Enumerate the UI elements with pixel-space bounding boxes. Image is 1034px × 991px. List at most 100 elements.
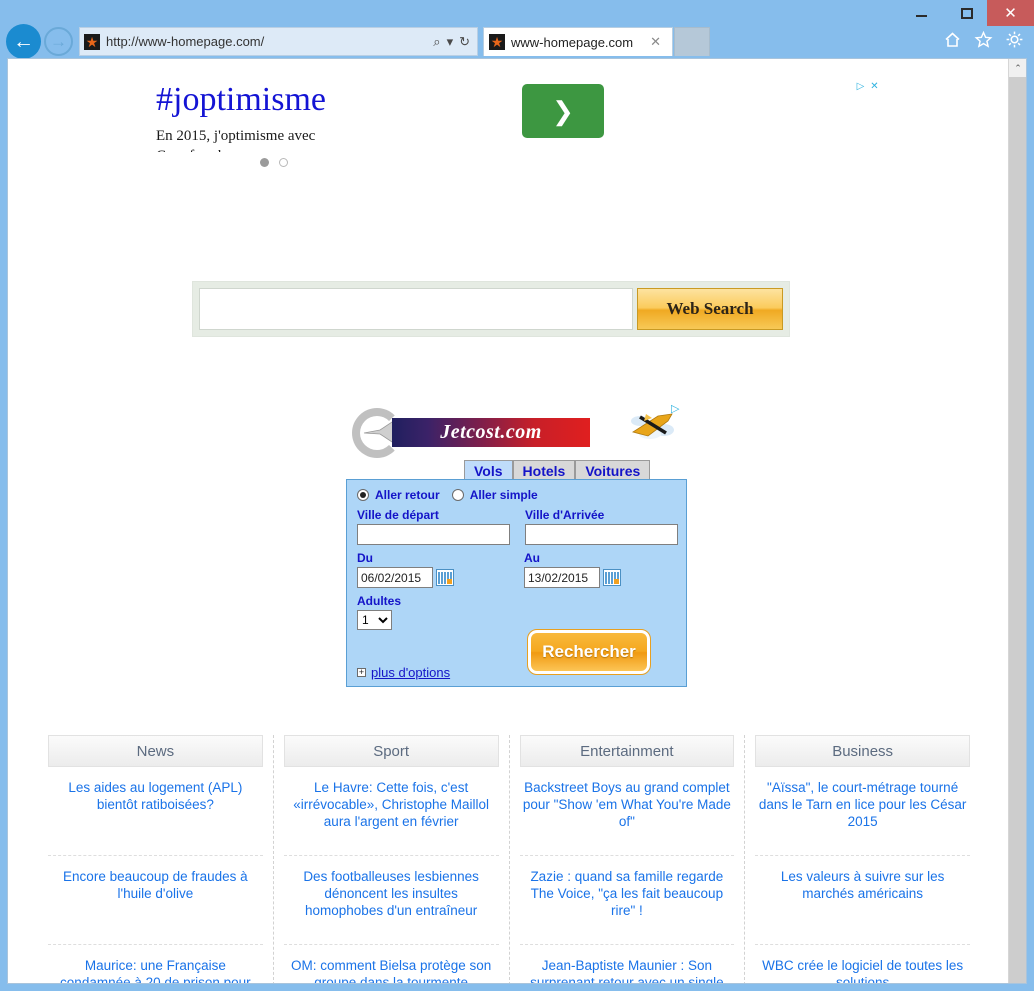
adchoices-play-icon[interactable]: ▷ — [855, 81, 866, 92]
chevron-right-icon: ❯ — [552, 95, 574, 126]
news-column-business: Business "Aïssa", le court-métrage tourn… — [745, 735, 980, 983]
from-date-group: Du — [357, 551, 509, 588]
news-column-news: News Les aides au logement (APL) bientôt… — [38, 735, 274, 983]
rechercher-button[interactable]: Rechercher — [527, 629, 651, 675]
news-link[interactable]: Les aides au logement (APL) bientôt rati… — [48, 767, 263, 856]
jetcost-search-form: Aller retour Aller simple Ville de dépar… — [346, 479, 687, 687]
jetcost-logo[interactable]: Jetcost.com — [348, 406, 590, 458]
date-fields-row: Du Au — [357, 551, 676, 588]
arrival-city-input[interactable] — [525, 524, 678, 545]
ad-headline: #joptimisme — [156, 81, 326, 118]
tab-hotels[interactable]: Hotels — [512, 460, 576, 480]
title-bar: ✕ — [0, 0, 1034, 26]
adchoices-badge[interactable]: ▷ ✕ — [855, 81, 880, 92]
trip-type-group: Aller retour Aller simple — [357, 488, 676, 502]
tab-strip: ★ www-homepage.com ✕ — [483, 27, 710, 57]
new-tab-button[interactable] — [674, 27, 710, 56]
news-column-sport: Sport Le Havre: Cette fois, c'est «irrév… — [274, 735, 510, 983]
back-button[interactable]: ← — [6, 24, 41, 59]
departure-city-input[interactable] — [357, 524, 510, 545]
browser-window: ✕ ← → ★ http://www-homepage.com/ ⌕ ▾ ↻ ★… — [0, 0, 1034, 991]
carousel-dot-active[interactable] — [260, 158, 269, 167]
jetcost-adchoices-icon[interactable]: ▷ — [671, 404, 679, 415]
news-link[interactable]: OM: comment Bielsa protège son groupe da… — [284, 945, 499, 983]
news-link[interactable]: Maurice: une Française condamnée à 20 de… — [48, 945, 263, 983]
news-link[interactable]: Zazie : quand sa famille regarde The Voi… — [519, 856, 735, 945]
from-calendar-icon[interactable] — [436, 569, 454, 586]
refresh-icon[interactable]: ↻ — [456, 34, 473, 50]
page-viewport: #joptimisme En 2015, j'optimisme avec Ca… — [7, 58, 1027, 984]
top-ad-banner[interactable]: #joptimisme En 2015, j'optimisme avec Ca… — [8, 59, 1010, 179]
close-window-button[interactable]: ✕ — [987, 0, 1034, 26]
from-date-label: Du — [357, 551, 373, 565]
browser-toolbar-icons — [943, 30, 1024, 49]
news-column-heading: Entertainment — [519, 735, 735, 767]
news-sections: News Les aides au logement (APL) bientôt… — [8, 735, 1010, 983]
tab-vols[interactable]: Vols — [464, 460, 513, 480]
to-date-label: Au — [524, 551, 540, 565]
forward-button[interactable]: → — [44, 27, 73, 56]
news-link[interactable]: Les valeurs à suivre sur les marchés amé… — [755, 856, 970, 945]
minimize-icon — [916, 15, 927, 17]
city-fields-row: Ville de départ Ville d'Arrivée — [357, 508, 678, 545]
tab-voitures[interactable]: Voitures — [575, 460, 651, 480]
carousel-dot[interactable] — [279, 158, 288, 167]
maximize-button[interactable] — [944, 0, 989, 26]
adults-label: Adultes — [357, 594, 402, 608]
back-arrow-icon: ← — [13, 29, 34, 53]
web-search-button[interactable]: Web Search — [637, 288, 783, 330]
adchoices-close-icon[interactable]: ✕ — [869, 81, 880, 92]
address-bar[interactable]: ★ http://www-homepage.com/ ⌕ ▾ ↻ — [79, 27, 478, 56]
news-column-heading: Sport — [283, 735, 499, 767]
to-calendar-icon[interactable] — [603, 569, 621, 586]
news-column-heading: Business — [755, 735, 970, 767]
vertical-scrollbar[interactable]: ⌃ — [1008, 59, 1026, 983]
news-column-heading: News — [48, 735, 263, 767]
jetcost-form-footer: + plus d'options Rechercher — [357, 629, 678, 680]
chevron-down-icon[interactable]: ▾ — [444, 34, 457, 50]
address-bar-url: http://www-homepage.com/ — [106, 34, 265, 49]
news-link[interactable]: WBC crée le logiciel de toutes les solut… — [755, 945, 970, 983]
departure-label: Ville de départ — [357, 508, 439, 522]
maximize-icon — [960, 7, 973, 19]
ad-next-button[interactable]: ❯ — [522, 84, 604, 138]
expand-plus-icon[interactable]: + — [357, 668, 366, 677]
close-icon: ✕ — [1004, 4, 1017, 22]
adults-group: Adultes 123456789 — [357, 594, 676, 630]
news-link[interactable]: Des footballeuses lesbiennes dénoncent l… — [283, 856, 499, 945]
tab-close-icon[interactable]: ✕ — [644, 34, 667, 50]
settings-gear-icon[interactable] — [1005, 30, 1024, 49]
tab-favicon-icon: ★ — [489, 34, 505, 50]
favorites-star-icon[interactable] — [974, 30, 993, 49]
jetcost-logo-text: Jetcost.com — [440, 421, 542, 443]
news-link[interactable]: "Aïssa", le court-métrage tourné dans le… — [755, 767, 970, 856]
radio-aller-retour[interactable] — [357, 489, 369, 501]
jetcost-tabs: Vols Hotels Voitures — [464, 460, 651, 480]
label-aller-retour: Aller retour — [375, 488, 440, 502]
search-icon[interactable]: ⌕ — [430, 34, 443, 50]
search-input[interactable] — [199, 288, 633, 330]
from-date-input[interactable] — [357, 567, 433, 588]
adults-select[interactable]: 123456789 — [357, 610, 392, 630]
radio-aller-simple[interactable] — [451, 489, 464, 501]
to-date-input[interactable] — [524, 567, 600, 588]
forward-arrow-icon: → — [50, 31, 67, 51]
news-link[interactable]: Le Havre: Cette fois, c'est «irrévocable… — [283, 767, 499, 856]
news-link[interactable]: Backstreet Boys au grand complet pour "S… — [519, 767, 735, 856]
jetcost-logo-banner: Jetcost.com — [392, 418, 590, 447]
more-options-link[interactable]: plus d'options — [371, 665, 450, 680]
to-date-group: Au — [524, 551, 676, 588]
more-options-row[interactable]: + plus d'options — [357, 665, 450, 680]
scroll-up-arrow-icon[interactable]: ⌃ — [1009, 59, 1026, 77]
minimize-button[interactable] — [899, 0, 944, 26]
home-icon[interactable] — [943, 30, 962, 49]
jetcost-ad-plane-icon[interactable] — [628, 408, 676, 442]
site-favicon-icon: ★ — [84, 33, 100, 50]
page-content: #joptimisme En 2015, j'optimisme avec Ca… — [8, 59, 1010, 983]
browser-tab[interactable]: ★ www-homepage.com ✕ — [483, 27, 673, 56]
ad-carousel-dots[interactable] — [260, 158, 288, 167]
news-link[interactable]: Jean-Baptiste Maunier : Son surprenant r… — [520, 945, 735, 983]
news-link[interactable]: Encore beaucoup de fraudes à l'huile d'o… — [48, 856, 263, 945]
tab-title: www-homepage.com — [511, 34, 634, 50]
label-aller-simple: Aller simple — [469, 488, 538, 502]
